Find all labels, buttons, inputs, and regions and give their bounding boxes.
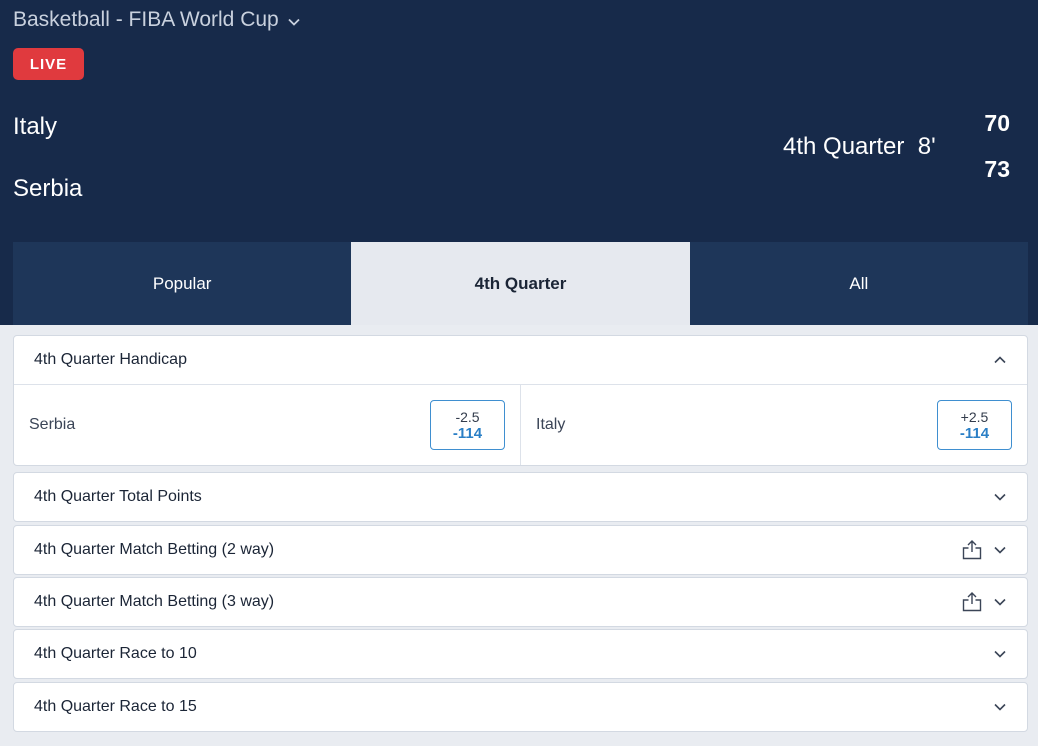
market-handicap-header[interactable]: 4th Quarter Handicap: [14, 336, 1027, 384]
market-total-points-header[interactable]: 4th Quarter Total Points: [14, 473, 1027, 521]
share-icon[interactable]: [961, 539, 983, 561]
competition-selector[interactable]: Basketball - FIBA World Cup: [13, 8, 301, 32]
competition-label: Basketball - FIBA World Cup: [13, 8, 279, 31]
market-match-3way-header[interactable]: 4th Quarter Match Betting (3 way): [14, 578, 1027, 626]
market-match-2way-header[interactable]: 4th Quarter Match Betting (2 way): [14, 526, 1027, 574]
market-race-15-header[interactable]: 4th Quarter Race to 15: [14, 683, 1027, 731]
market-title: 4th Quarter Handicap: [34, 351, 187, 368]
odds-price: -114: [959, 424, 990, 442]
market-match-3way: 4th Quarter Match Betting (3 way): [13, 577, 1028, 627]
market-race-10-header[interactable]: 4th Quarter Race to 10: [14, 630, 1027, 678]
home-team-name: Italy: [13, 113, 58, 140]
handicap-selections: Serbia -2.5 -114 Italy +2.5 -114: [14, 384, 1027, 465]
home-score: 70: [984, 110, 1010, 136]
chevron-down-icon: [994, 650, 1006, 658]
market-title: 4th Quarter Total Points: [34, 488, 202, 505]
tab-all[interactable]: All: [689, 242, 1028, 325]
market-title: 4th Quarter Match Betting (3 way): [34, 593, 275, 610]
odds-button-serbia[interactable]: -2.5 -114: [430, 400, 505, 450]
match-period-text: 4th Quarter 8': [783, 133, 936, 160]
away-team-name: Serbia: [13, 175, 83, 202]
chevron-up-icon: [994, 356, 1006, 364]
market-total-points: 4th Quarter Total Points: [13, 472, 1028, 522]
chevron-down-icon: [994, 598, 1006, 606]
share-icon[interactable]: [961, 591, 983, 613]
chevron-down-icon: [288, 18, 300, 26]
chevron-down-icon: [994, 546, 1006, 554]
chevron-down-icon: [994, 493, 1006, 501]
market-handicap: 4th Quarter Handicap Serbia -2.5 -114 It…: [13, 335, 1028, 466]
match-period: 4th Quarter 8': [783, 133, 936, 161]
tab-popular[interactable]: Popular: [13, 242, 352, 325]
chevron-down-icon: [994, 703, 1006, 711]
market-match-2way: 4th Quarter Match Betting (2 way): [13, 525, 1028, 575]
live-badge: LIVE: [13, 48, 84, 80]
market-race-15: 4th Quarter Race to 15: [13, 682, 1028, 732]
market-title: 4th Quarter Race to 10: [34, 645, 197, 662]
handicap-line: -2.5: [455, 408, 480, 425]
market-race-10: 4th Quarter Race to 10: [13, 629, 1028, 679]
market-tabs: Popular 4th Quarter All: [13, 242, 1028, 325]
handicap-line: +2.5: [960, 408, 989, 425]
market-title: 4th Quarter Race to 15: [34, 698, 197, 715]
selection-row: Serbia -2.5 -114: [14, 385, 520, 465]
selection-team: Italy: [536, 416, 566, 433]
odds-button-italy[interactable]: +2.5 -114: [937, 400, 1012, 450]
selection-team: Serbia: [29, 416, 76, 433]
market-title: 4th Quarter Match Betting (2 way): [34, 541, 275, 558]
away-score: 73: [984, 156, 1010, 182]
tab-4th-quarter[interactable]: 4th Quarter: [351, 242, 690, 325]
odds-price: -114: [452, 424, 483, 442]
selection-row: Italy +2.5 -114: [520, 385, 1027, 465]
